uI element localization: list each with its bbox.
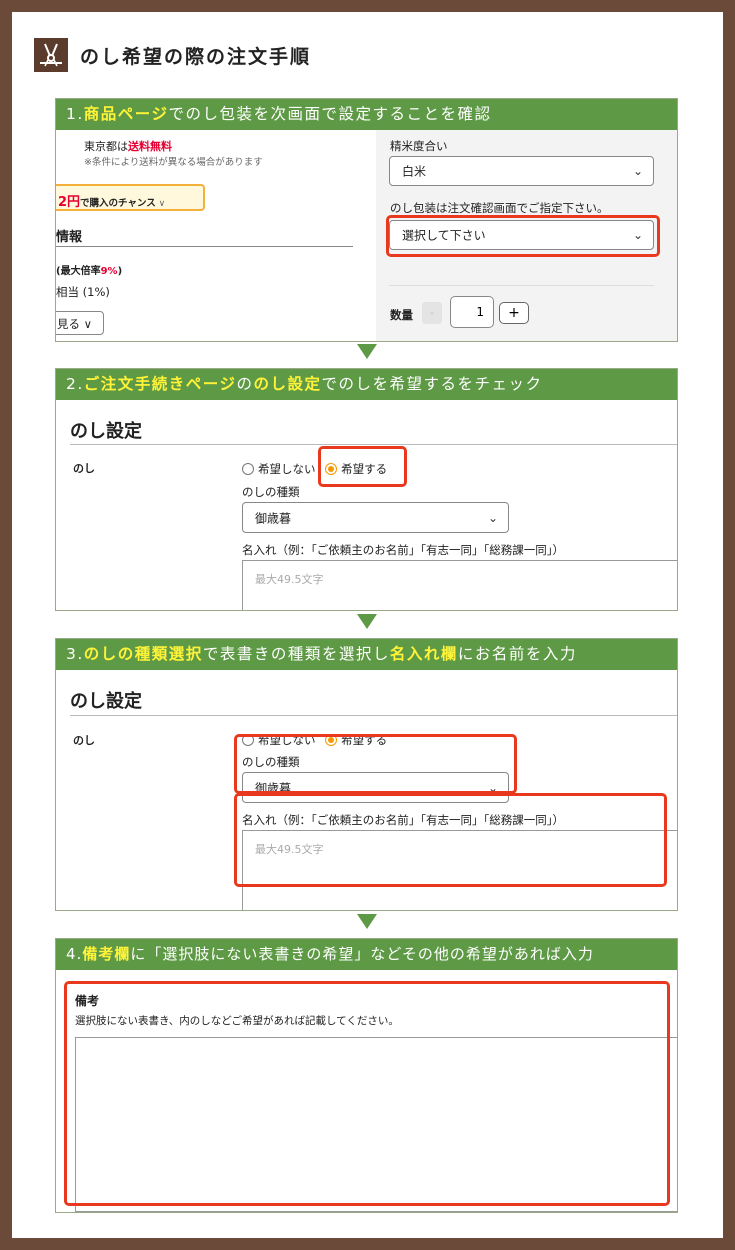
noshi-settings-heading: のし設定 <box>70 421 142 442</box>
step-3-highlight-2: 名入れ欄 <box>389 645 458 663</box>
noshi-row-label: のし <box>73 462 95 475</box>
step-4-bar: 4.備考欄に「選択肢にない表書きの希望」などその他の希望があれば入力 <box>56 939 677 970</box>
see-more-button[interactable]: 見る ∨ <box>56 311 104 335</box>
step-4-panel: 4.備考欄に「選択肢にない表書きの希望」などその他の希望があれば入力 備考 選択… <box>55 938 678 1213</box>
rate-value: 9% <box>100 266 118 277</box>
divider <box>389 285 654 286</box>
step-4-text: に「選択肢にない表書きの希望」などその他の希望があれば入力 <box>130 945 594 963</box>
divider <box>70 444 677 445</box>
rate-pre: (最大倍率 <box>56 266 101 277</box>
step-3-highlight-1: のしの種類選択 <box>83 645 203 663</box>
noshi-type-select[interactable]: 御歳暮 ⌄ <box>242 502 509 533</box>
polish-value: 白米 <box>402 164 427 179</box>
chevron-down-icon: ∨ <box>155 199 166 209</box>
chance-amount: 2円 <box>58 195 81 210</box>
page-title: のし希望の際の注文手順 <box>80 45 312 68</box>
qty-input[interactable]: 1 <box>450 296 494 328</box>
name-entry-label: 名入れ（例：「ご依頼主のお名前」「有志一同」「総務課一同」） <box>242 543 564 557</box>
info-heading: 情報 <box>56 230 83 245</box>
chevron-down-icon: ∨ <box>80 317 93 331</box>
highlight-frame <box>234 734 517 794</box>
shipping-line: 東京都は送料無料 <box>84 138 172 154</box>
chevron-down-icon: ⌄ <box>632 164 643 178</box>
highlight-frame <box>64 981 670 1206</box>
name-entry-placeholder: 最大49.5文字 <box>255 573 324 586</box>
arrow-down-icon <box>357 344 377 359</box>
divider <box>70 715 677 716</box>
max-rate-line: (最大倍率9%) <box>56 262 122 277</box>
step-number: 4. <box>66 945 83 963</box>
step-number: 3. <box>66 645 84 663</box>
step-1-text: でのし包装を次画面で設定することを確認 <box>168 105 492 123</box>
noshi-note: のし包装は注文確認画面でご指定下さい。 <box>390 201 609 215</box>
divider <box>56 246 353 247</box>
rate-post: ) <box>117 266 123 277</box>
step-3-bar: 3.のしの種類選択で表書きの種類を選択し名入れ欄にお名前を入力 <box>56 639 677 670</box>
product-left-area: 東京都は送料無料 ※条件により送料が異なる場合があります 2円で購入のチャンス … <box>56 130 376 341</box>
step-3-text-mid: で表書きの種類を選択し <box>202 645 390 663</box>
chevron-down-icon: ⌄ <box>487 510 498 525</box>
arrow-down-icon <box>357 914 377 929</box>
polish-label: 精米度合い <box>390 139 448 153</box>
radio-icon <box>242 463 254 475</box>
see-more-label: 見る <box>57 317 80 331</box>
shipping-note: ※条件により送料が異なる場合があります <box>84 157 263 168</box>
step-number: 2. <box>66 375 84 393</box>
radio-no-label: 希望しない <box>258 462 316 476</box>
equivalent-line: 相当 (1%) <box>56 285 110 299</box>
step-2-text: でのしを希望するをチェック <box>321 375 543 393</box>
step-4-highlight: 備考欄 <box>82 945 131 963</box>
step-3-text: にお名前を入力 <box>457 645 577 663</box>
purchase-chance-button[interactable]: 2円で購入のチャンス ∨ <box>56 184 205 211</box>
name-entry-input[interactable]: 最大49.5文字 <box>242 560 677 610</box>
see-more-line: 見る ∨ <box>57 316 92 332</box>
free-shipping-label: 送料無料 <box>128 140 172 153</box>
noshi-type-value: 御歳暮 <box>255 511 292 525</box>
title-row: のし希望の際の注文手順 <box>34 38 311 72</box>
noshi-settings-heading: のし設定 <box>70 691 142 712</box>
step-1-panel: 1.商品ページでのし包装を次画面で設定することを確認 東京都は送料無料 ※条件に… <box>55 98 678 342</box>
highlight-frame <box>386 215 660 257</box>
step-2-text-mid: の <box>236 375 254 393</box>
qty-minus-button[interactable]: - <box>422 302 442 324</box>
qty-label: 数量 <box>390 308 413 322</box>
chance-line: 2円で購入のチャンス ∨ <box>58 191 165 210</box>
noshi-row-label: のし <box>73 734 95 747</box>
chance-text: で購入のチャンス <box>80 198 156 209</box>
radio-no[interactable]: 希望しない <box>242 462 316 476</box>
qty-plus-button[interactable]: + <box>499 302 529 324</box>
polish-select[interactable]: 白米 ⌄ <box>389 156 654 186</box>
noshi-ribbon-icon <box>34 38 68 72</box>
step-1-bar: 1.商品ページでのし包装を次画面で設定することを確認 <box>56 99 677 130</box>
arrow-down-icon <box>357 614 377 629</box>
noshi-type-label: のしの種類 <box>242 485 300 499</box>
page: のし希望の際の注文手順 1.商品ページでのし包装を次画面で設定することを確認 東… <box>12 12 723 1238</box>
step-3-panel: 3.のしの種類選択で表書きの種類を選択し名入れ欄にお名前を入力 のし設定 のし … <box>55 638 678 911</box>
step-number: 1. <box>66 105 84 123</box>
step-2-panel: 2.ご注文手続きページののし設定でのしを希望するをチェック のし設定 のし 希望… <box>55 368 678 611</box>
shipping-pre: 東京都は <box>84 140 128 153</box>
highlight-frame <box>318 446 407 487</box>
step-2-highlight-1: ご注文手続きページ <box>83 375 237 393</box>
step-2-bar: 2.ご注文手続きページののし設定でのしを希望するをチェック <box>56 369 677 400</box>
highlight-frame <box>234 793 667 887</box>
step-2-highlight-2: のし設定 <box>253 375 322 393</box>
step-1-highlight: 商品ページ <box>83 105 169 123</box>
